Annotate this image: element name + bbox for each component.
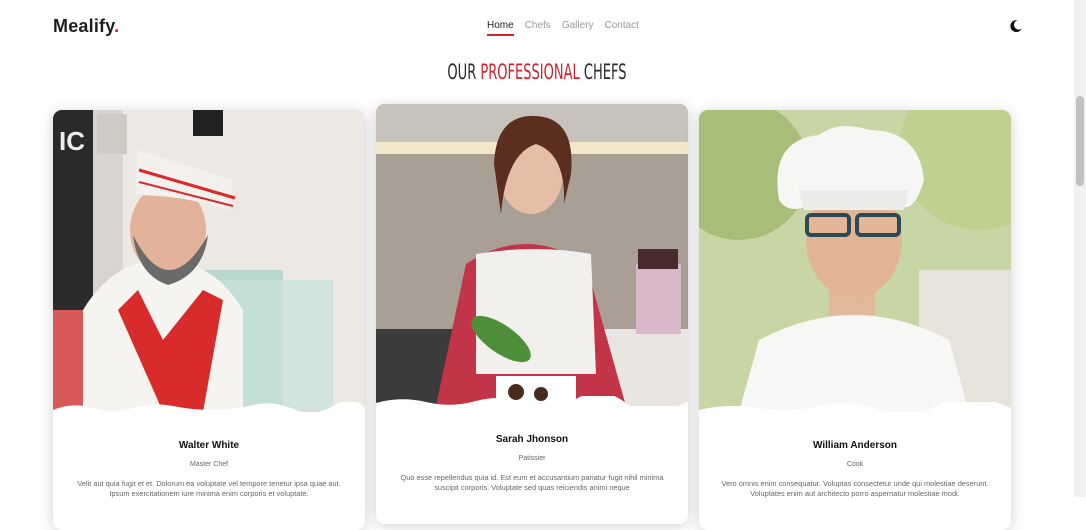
svg-text:IC: IC: [59, 126, 85, 156]
logo-text: Mealify: [53, 16, 115, 36]
chef-role: Cook: [846, 461, 864, 468]
chef-name: Walter White: [178, 440, 240, 451]
chef-photo-walter-white: IC: [53, 110, 365, 412]
chef-card-walter-white[interactable]: IC Walter White Master Chef Velit aut qu…: [53, 110, 365, 530]
card-wave-divider: [699, 402, 1011, 416]
title-accent: Professional: [480, 60, 580, 84]
nav-home-link[interactable]: Home: [487, 20, 514, 36]
chef-photo-william-anderson: [699, 110, 1011, 412]
card-wave-divider: [53, 402, 365, 416]
chef-photo-sarah-jhonson: [376, 104, 688, 406]
title-pre: Our: [447, 60, 481, 84]
chef-bio: Quo esse repellendus quia id. Est eum et…: [400, 473, 664, 492]
chef-name: Sarah Jhonson: [495, 434, 569, 445]
chef-bio: Velit aut quia fugit et et. Dolorum ea v…: [77, 479, 341, 498]
chef-bio: Vero omnis enim consequatur. Voluptas co…: [721, 479, 989, 498]
chef-role: Master Chef: [189, 461, 229, 468]
main-nav: Home Chefs Gallery Contact: [487, 20, 650, 36]
chef-name: William Anderson: [813, 440, 897, 451]
nav-gallery-link[interactable]: Gallery: [562, 20, 594, 36]
chef-card-sarah-jhonson[interactable]: Sarah Jhonson Patissier Quo esse repelle…: [376, 104, 688, 524]
section-title: Our Professional Chefs: [204, 60, 870, 84]
chef-role: Patissier: [518, 455, 546, 462]
moon-icon[interactable]: [1009, 19, 1023, 33]
nav-contact-link[interactable]: Contact: [605, 20, 639, 36]
card-wave-divider: [376, 396, 688, 410]
chef-card-william-anderson[interactable]: William Anderson Cook Vero omnis enim co…: [699, 110, 1011, 530]
nav-chefs-link[interactable]: Chefs: [525, 20, 551, 36]
page-scrollbar[interactable]: [1074, 0, 1086, 497]
logo-dot: .: [114, 16, 120, 36]
title-post: Chefs: [579, 60, 627, 84]
brand-logo[interactable]: Mealify.: [53, 16, 119, 37]
scrollbar-thumb[interactable]: [1076, 96, 1084, 186]
